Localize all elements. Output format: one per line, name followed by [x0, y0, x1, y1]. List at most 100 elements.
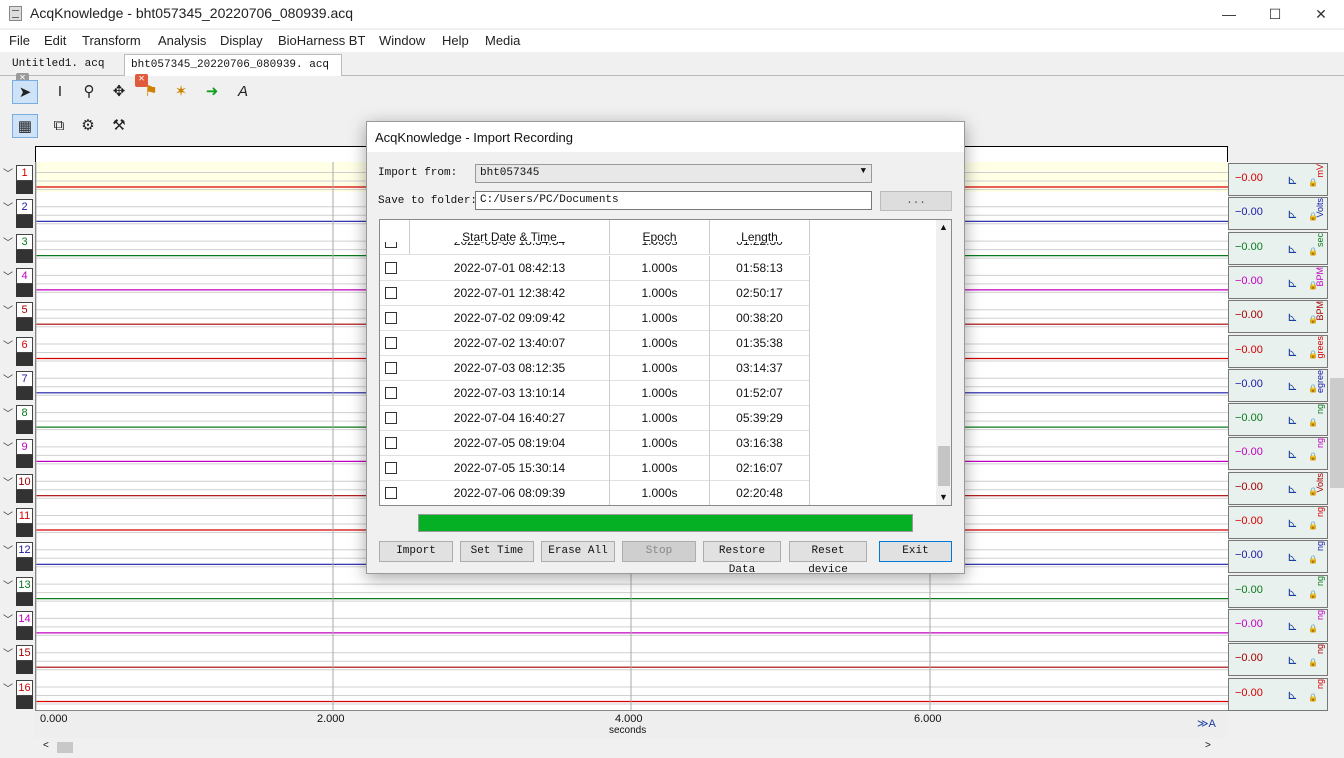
table-scrollbar[interactable]: ▲ ▼ — [936, 220, 951, 505]
table-row[interactable]: 2022-07-02 09:09:42 1.000s 00:38:20 — [380, 306, 810, 331]
channel-label[interactable]: ﹀ 11 — [0, 507, 35, 541]
table-row[interactable]: 2022-06-30 18:34:541.000s01:22:30 — [380, 242, 810, 255]
chevron-down-icon[interactable]: ﹀ — [3, 165, 13, 180]
grid-icon[interactable]: ▦ — [12, 114, 38, 138]
menu-window[interactable]: Window — [379, 33, 425, 48]
menu-display[interactable]: Display — [220, 33, 263, 48]
scale-icon[interactable]: ⊾ — [1287, 172, 1298, 188]
row-checkbox[interactable] — [385, 437, 397, 449]
row-checkbox[interactable] — [385, 412, 397, 424]
table-row[interactable]: 2022-07-01 08:42:13 1.000s 01:58:13 — [380, 256, 810, 281]
chevron-down-icon[interactable]: ﹀ — [3, 577, 13, 592]
menu-help[interactable]: Help — [442, 33, 469, 48]
scale-icon[interactable]: ⊾ — [1287, 309, 1298, 325]
browse-button[interactable]: ... — [880, 191, 952, 211]
menu-edit[interactable]: Edit — [44, 33, 66, 48]
channel-value-box[interactable]: −0.00 ⊾ 🔒 BPM — [1228, 265, 1328, 299]
channel-label[interactable]: ﹀ 12 — [0, 541, 35, 575]
channel-label[interactable]: ﹀ 14 — [0, 610, 35, 644]
table-row[interactable]: 2022-07-05 08:19:04 1.000s 03:16:38 — [380, 431, 810, 456]
menu-file[interactable]: File — [9, 33, 30, 48]
chevron-down-icon[interactable]: ﹀ — [3, 474, 13, 489]
chevron-down-icon[interactable]: ﹀ — [3, 611, 13, 626]
table-scroll-thumb[interactable] — [938, 446, 950, 486]
scroll-left-icon[interactable]: < — [43, 740, 49, 751]
channel-value-box[interactable]: −0.00 ⊾ 🔒 ng — [1228, 574, 1328, 608]
maximize-button[interactable]: ☐ — [1252, 0, 1298, 28]
chevron-down-icon[interactable]: ﹀ — [3, 439, 13, 454]
chevron-down-icon[interactable]: ﹀ — [3, 680, 13, 695]
lock-icon[interactable]: 🔒 — [1308, 418, 1318, 427]
table-row[interactable]: 2022-07-04 16:40:27 1.000s 05:39:29 — [380, 406, 810, 431]
text-tool-icon[interactable]: A — [230, 80, 256, 104]
row-checkbox[interactable] — [385, 387, 397, 399]
lock-icon[interactable]: 🔒 — [1308, 178, 1318, 187]
exit-button[interactable]: Exit — [879, 541, 952, 562]
set-time-button[interactable]: Set Time — [460, 541, 534, 562]
reset-device-button[interactable]: Reset device — [789, 541, 867, 576]
row-checkbox[interactable] — [385, 262, 397, 274]
lock-icon[interactable]: 🔒 — [1308, 624, 1318, 633]
menu-transform[interactable]: Transform — [82, 33, 141, 48]
row-checkbox[interactable] — [385, 312, 397, 324]
stop-button[interactable]: Stop — [622, 541, 696, 562]
scale-icon[interactable]: ⊾ — [1287, 618, 1298, 634]
channel-label[interactable]: ﹀ 1 — [0, 164, 35, 198]
scale-icon[interactable]: ⊾ — [1287, 275, 1298, 291]
table-row[interactable]: 2022-07-03 13:10:14 1.000s 01:52:07 — [380, 381, 810, 406]
scale-icon[interactable]: ⊾ — [1287, 344, 1298, 360]
chevron-down-icon[interactable]: ﹀ — [3, 234, 13, 249]
gear-icon[interactable]: ⚙ — [75, 114, 101, 138]
move-tool-icon[interactable]: ✥ — [106, 80, 132, 104]
channel-value-box[interactable]: −0.00 ⊾ 🔒 BPM — [1228, 300, 1328, 334]
channel-label[interactable]: ﹀ 2 — [0, 198, 35, 232]
channel-value-box[interactable]: −0.00 ⊾ 🔒 ng — [1228, 437, 1328, 471]
channel-label[interactable]: ﹀ 5 — [0, 301, 35, 335]
channel-value-box[interactable]: −0.00 ⊾ 🔒 ng — [1228, 540, 1328, 574]
erase-all-button[interactable]: Erase All — [541, 541, 615, 562]
lock-icon[interactable]: 🔒 — [1308, 590, 1318, 599]
scroll-up-icon[interactable]: ▲ — [939, 222, 948, 232]
channel-value-box[interactable]: −0.00 ⊾ 🔒 ng — [1228, 506, 1328, 539]
horizontal-scrollbar[interactable]: < > — [35, 740, 1228, 755]
vertical-scrollbar-thumb[interactable] — [1330, 378, 1344, 488]
chevron-down-icon[interactable]: ﹀ — [3, 405, 13, 420]
scale-icon[interactable]: ⊾ — [1287, 412, 1298, 428]
channel-value-box[interactable]: −0.00 ⊾ 🔒 ng — [1228, 677, 1328, 711]
flag-tool-icon[interactable]: ⚑ — [138, 80, 164, 104]
channel-value-box[interactable]: −0.00 ⊾ 🔒 egree — [1228, 368, 1328, 402]
channel-value-box[interactable]: −0.00 ⊾ 🔒 mV — [1228, 163, 1328, 196]
menu-analysis[interactable]: Analysis — [158, 33, 206, 48]
scale-icon[interactable]: ⊾ — [1287, 446, 1298, 462]
minimize-button[interactable]: — — [1206, 0, 1252, 28]
row-checkbox[interactable] — [385, 362, 397, 374]
tab-untitled1[interactable]: Untitled1. acq✕ — [6, 54, 120, 86]
overlap-icon[interactable]: ⧉ — [46, 114, 72, 138]
scroll-thumb[interactable] — [57, 742, 73, 753]
zoom-tool-icon[interactable]: ⚲ — [76, 80, 102, 104]
table-row[interactable]: 2022-07-06 08:09:39 1.000s 02:20:48 — [380, 481, 810, 505]
chevron-down-icon[interactable]: ﹀ — [3, 508, 13, 523]
import-button[interactable]: Import — [379, 541, 453, 562]
lock-icon[interactable]: 🔒 — [1308, 658, 1318, 667]
channel-label[interactable]: ﹀ 4 — [0, 267, 35, 301]
menu-media[interactable]: Media — [485, 33, 520, 48]
autoscale-icon[interactable]: ≫A — [1197, 717, 1216, 730]
row-checkbox[interactable] — [385, 337, 397, 349]
import-from-select[interactable]: bht057345 ▼ — [475, 164, 872, 183]
table-row[interactable]: 2022-07-03 08:12:35 1.000s 03:14:37 — [380, 356, 810, 381]
channel-label[interactable]: ﹀ 16 — [0, 679, 35, 713]
channel-label[interactable]: ﹀ 10 — [0, 473, 35, 507]
scroll-right-icon[interactable]: > — [1205, 740, 1211, 751]
row-checkbox[interactable] — [385, 287, 397, 299]
channel-value-box[interactable]: −0.00 ⊾ 🔒 ng — [1228, 608, 1328, 642]
channel-label[interactable]: ﹀ 15 — [0, 644, 35, 678]
row-checkbox[interactable] — [385, 462, 397, 474]
scroll-down-icon[interactable]: ▼ — [939, 492, 948, 502]
channel-value-box[interactable]: −0.00 ⊾ 🔒 ng — [1228, 403, 1328, 437]
chevron-down-icon[interactable]: ﹀ — [3, 199, 13, 214]
row-checkbox[interactable] — [385, 487, 397, 499]
lock-icon[interactable]: 🔒 — [1308, 247, 1318, 256]
chevron-down-icon[interactable]: ﹀ — [3, 371, 13, 386]
scale-icon[interactable]: ⊾ — [1287, 515, 1298, 531]
